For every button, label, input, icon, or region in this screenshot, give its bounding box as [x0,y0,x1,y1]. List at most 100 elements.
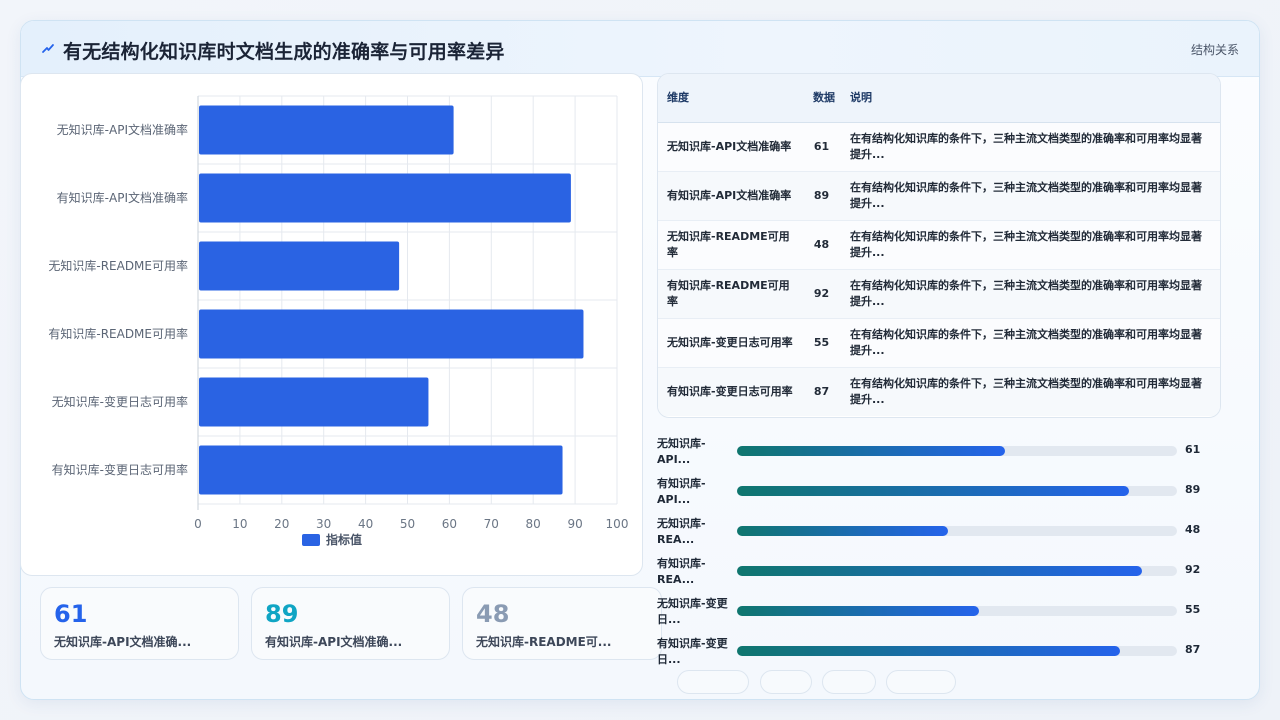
x-tick-label: 60 [442,517,457,531]
table-row: 有知识库-API文档准确率 89 在有结构化知识库的条件下，三种主流文档类型的准确率… [658,171,1220,221]
progress-label: 有知识库-变更日... [657,637,728,666]
bar [199,241,400,291]
progress-value: 55 [1185,603,1201,616]
category-label: 有知识库-README可用率 [48,326,188,341]
table-cell-dimension: 无知识库-API文档准确率 [658,122,802,172]
progress-fill [737,526,949,536]
progress-track [737,566,1177,576]
kpi-label: 无知识库-README可... [476,635,612,649]
kpi-card: 48 无知识库-README可... [462,587,662,660]
x-tick-label: 100 [606,517,629,531]
legend-swatch [302,534,320,546]
progress-fill [737,486,1129,496]
chip[interactable] [822,670,876,694]
table-cell-dimension: 无知识库-README可用率 [658,220,802,270]
progress-value: 92 [1185,563,1201,576]
kpi-card: 61 无知识库-API文档准确... [40,587,239,660]
table-cell-value: 48 [802,220,841,270]
progress-label: 无知识库-API... [657,437,706,466]
progress-row: 无知识库-REA... 48 [657,512,1221,552]
data-table: 维度 数据 说明 无知识库-API文档准确率 61 在有结构化知识库的条件下，三种主… [658,74,1220,416]
progress-track [737,606,1177,616]
chip[interactable] [760,670,812,694]
progress-label: 有知识库-API... [657,477,706,506]
table-cell-value: 61 [802,122,841,172]
table-row: 有知识库-README可用率 92 在有结构化知识库的条件下，三种主流文档类型的准确… [658,269,1220,319]
table-cell-description: 在有结构化知识库的条件下，三种主流文档类型的准确率和可用率均显著提升... [841,122,1220,172]
table-cell-value: 89 [802,171,841,221]
progress-fill [737,566,1142,576]
category-label: 无知识库-API文档准确率 [57,122,188,137]
bar [199,105,454,155]
lightning-icon [42,44,54,53]
bar [199,173,571,223]
table-row: 无知识库-API文档准确率 61 在有结构化知识库的条件下，三种主流文档类型的准确率… [658,122,1220,172]
progress-value: 87 [1185,643,1201,656]
chip[interactable] [886,670,956,694]
table-cell-description: 在有结构化知识库的条件下，三种主流文档类型的准确率和可用率均显著提升... [841,171,1220,221]
progress-fill [737,446,1006,456]
table-row: 有知识库-变更日志可用率 87 在有结构化知识库的条件下，三种主流文档类型的准确率和… [658,367,1220,416]
progress-track [737,486,1177,496]
progress-label: 无知识库-变更日... [657,597,728,626]
progress-track [737,446,1177,456]
progress-label: 无知识库-REA... [657,517,706,546]
x-tick-label: 80 [526,517,541,531]
progress-label: 有知识库-REA... [657,557,706,586]
progress-row: 有知识库-变更日... 87 [657,632,1221,672]
progress-fill [737,646,1120,656]
table-cell-description: 在有结构化知识库的条件下，三种主流文档类型的准确率和可用率均显著提升... [841,220,1220,270]
table-cell-dimension: 有知识库-README可用率 [658,269,802,319]
x-tick-label: 10 [232,517,247,531]
table-row: 无知识库-README可用率 48 在有结构化知识库的条件下，三种主流文档类型的准确… [658,220,1220,270]
column-header: 说明 [841,74,1220,123]
table-header-row: 维度 数据 说明 [658,74,1220,123]
page-title: 有无结构化知识库时文档生成的准确率与可用率差异 [63,41,505,63]
progress-list: 无知识库-API... 61 有知识库-API... 89 无知识库-REA... 48 有… [657,432,1221,672]
x-tick-label: 50 [400,517,415,531]
x-tick-label: 40 [358,517,373,531]
category-label: 无知识库-README可用率 [48,258,188,273]
x-tick-label: 0 [194,517,202,531]
table-cell-description: 在有结构化知识库的条件下，三种主流文档类型的准确率和可用率均显著提升... [841,269,1220,319]
bar-chart: 无知识库-API文档准确率有知识库-API文档准确率无知识库-README可用率… [48,95,629,547]
kpi-card: 89 有知识库-API文档准确... [251,587,450,660]
table-cell-value: 87 [802,367,841,416]
category-label: 有知识库-API文档准确率 [57,190,188,205]
x-tick-label: 20 [274,517,289,531]
bar [199,309,584,359]
progress-track [737,646,1177,656]
progress-track [737,526,1177,536]
x-tick-label: 30 [316,517,331,531]
progress-fill [737,606,979,616]
bar [199,377,429,427]
progress-row: 有知识库-API... 89 [657,472,1221,512]
table-cell-dimension: 有知识库-API文档准确率 [658,171,802,221]
progress-value: 61 [1185,443,1201,456]
chip[interactable] [677,670,749,694]
table-cell-description: 在有结构化知识库的条件下，三种主流文档类型的准确率和可用率均显著提升... [841,318,1220,368]
progress-row: 无知识库-API... 61 [657,432,1221,472]
progress-row: 有知识库-REA... 92 [657,552,1221,592]
bar-chart-panel: 无知识库-API文档准确率 有知识库-API文档准确率无知识库-README可用率… [20,73,643,576]
x-tick-label: 90 [567,517,582,531]
table-cell-dimension: 无知识库-变更日志可用率 [658,318,802,368]
table-cell-description: 在有结构化知识库的条件下，三种主流文档类型的准确率和可用率均显著提升... [841,367,1220,416]
column-header: 维度 [658,74,802,123]
progress-value: 48 [1185,523,1201,536]
legend-label: 指标值 [326,532,362,547]
category-label: 有知识库-变更日志可用率 [52,462,188,477]
x-tick-label: 70 [484,517,499,531]
bar [199,445,563,495]
kpi-label: 有知识库-API文档准确... [265,635,403,649]
table-cell-dimension: 有知识库-变更日志可用率 [658,367,802,416]
table-row: 无知识库-变更日志可用率 55 在有结构化知识库的条件下，三种主流文档类型的准确率和… [658,318,1220,368]
data-table-panel: 维度 数据 说明 无知识库-API文档准确率 61 在有结构化知识库的条件下，三种主… [657,73,1221,418]
table-cell-value: 55 [802,318,841,368]
column-header: 数据 [802,74,841,123]
header: 有无结构化知识库时文档生成的准确率与可用率差异 结构关系 [21,21,1259,77]
kpi-value: 61 [54,600,88,628]
category-label: 无知识库-变更日志可用率 [52,394,188,409]
kpi-value: 48 [476,600,510,628]
kpi-value: 89 [265,600,299,628]
